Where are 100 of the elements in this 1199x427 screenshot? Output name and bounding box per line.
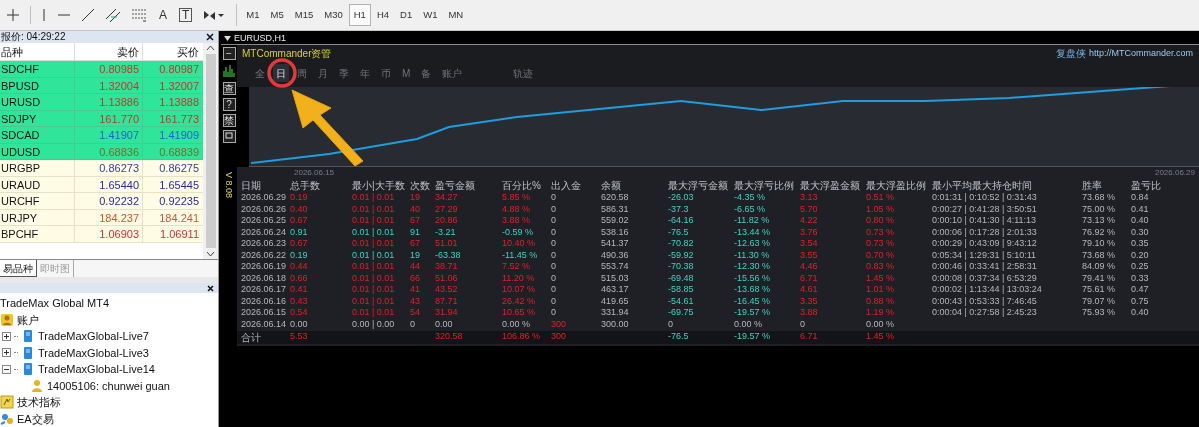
scroll-up-icon[interactable] [206, 45, 215, 51]
robot-icon [0, 411, 14, 426]
column-header: 出入金 [551, 180, 582, 192]
table-cell-text: 2026.06.24 [241, 226, 288, 238]
vertical-line-icon[interactable] [41, 8, 47, 22]
table-cell-text: -19.57 % [734, 331, 772, 343]
period-tab[interactable]: 全 [252, 64, 268, 82]
table-cell-text: 0.00 | 0.00 [352, 318, 396, 330]
scrollbar-thumb[interactable] [205, 54, 216, 248]
period-tab[interactable]: 备 [418, 64, 435, 82]
table-cell-text: 0.33 [1131, 272, 1150, 284]
table-cell-text: 2026.06.25 [241, 215, 288, 227]
table-cell-text: 87.71 [435, 295, 459, 307]
table-cell-text: 73.13 % [1082, 215, 1117, 227]
side-button[interactable]: − [222, 47, 236, 60]
panel-tab[interactable]: 易品种 [0, 260, 37, 277]
tree-item[interactable]: EA交易 [17, 410, 54, 427]
timeframe-button[interactable]: M30 [319, 4, 348, 26]
timeframe-button[interactable]: D1 [395, 4, 418, 26]
side-button[interactable]: 禁 [222, 114, 236, 127]
table-cell-text: 2026.06.14 [241, 318, 288, 330]
period-tab[interactable]: 币 [378, 64, 394, 82]
expand-icon[interactable] [2, 331, 11, 341]
table-cell-text: 515.03 [601, 272, 630, 284]
tree-item[interactable]: TradeMaxGlobal-Live3 [38, 344, 149, 361]
table-cell-text: 2026.06.29 [241, 192, 288, 204]
crosshair-icon[interactable] [6, 8, 20, 22]
text-tool-button[interactable]: A [157, 6, 169, 24]
timeframe-button[interactable]: H1 [348, 4, 371, 26]
timeframe-button[interactable]: W1 [418, 4, 443, 26]
scroll-down-icon[interactable] [206, 251, 215, 257]
table-cell-text: 66 [410, 272, 421, 284]
caret-icon[interactable] [224, 35, 231, 41]
column-header: 百分比% [502, 180, 542, 192]
table-cell-text: 0 [551, 261, 557, 273]
table-cell-text: 84.09 % [1082, 261, 1117, 273]
side-button[interactable]: ? [222, 98, 236, 111]
quote-row[interactable]: SDCAD 1.41907 1.41909 [0, 127, 203, 144]
bars-icon[interactable] [222, 63, 236, 79]
tree-item[interactable]: 技术指标 [17, 394, 61, 411]
table-cell-text: 44 [410, 261, 421, 273]
period-tab[interactable]: 月 [315, 64, 331, 82]
timeframe-button[interactable]: MN [443, 4, 469, 26]
table-cell-text: 43 [410, 295, 421, 307]
table-cell-text: 10.65 % [502, 307, 537, 319]
tree-item[interactable]: TradeMaxGlobal-Live7 [38, 328, 149, 345]
period-tab[interactable]: M [399, 64, 414, 82]
table-cell-text: 0.01 | 0.01 [352, 226, 396, 238]
table-cell-text: 0.01 | 0.01 [352, 203, 396, 215]
expand-icon[interactable] [2, 348, 11, 358]
tree-item[interactable]: 账户 [17, 311, 39, 328]
timeframe-button[interactable]: M5 [265, 4, 289, 26]
period-tab[interactable]: 账户 [439, 64, 466, 82]
column-header: 余额 [601, 180, 622, 192]
timeframe-button[interactable]: H4 [371, 4, 395, 26]
table-cell-text: -58.85 [668, 284, 695, 296]
table-cell-text: 19 [410, 192, 421, 204]
tree-item[interactable]: TradeMaxGlobal-Live14 [38, 361, 155, 378]
period-tab[interactable]: 日 [273, 64, 289, 82]
period-tab[interactable]: 轨迹 [510, 64, 537, 82]
quote-row[interactable]: SDCHF 0.80985 0.80987 [0, 61, 203, 78]
tree-item[interactable]: 14005106: chunwei guan [47, 377, 170, 394]
table-cell-text: -6.65 % [734, 203, 767, 215]
close-icon[interactable] [207, 284, 214, 292]
collapse-icon[interactable] [2, 364, 11, 374]
table-cell-text: 91 [410, 226, 421, 238]
period-tab[interactable]: 季 [336, 64, 352, 82]
quote-row[interactable]: URGBP 0.86273 0.86275 [0, 160, 203, 177]
trendline-icon[interactable] [81, 8, 95, 22]
quote-row[interactable]: BPCHF 1.06903 1.06911 [0, 226, 203, 243]
table-cell-text: 75.61 % [1082, 284, 1117, 296]
timeframe-button[interactable]: M15 [289, 4, 319, 26]
table-cell-text: 0.20 [1131, 249, 1150, 261]
quote-row[interactable]: URCHF 0.92232 0.92235 [0, 193, 203, 210]
website-link[interactable]: http://MTCommander.com [1088, 46, 1193, 61]
side-button[interactable]: 查 [222, 82, 236, 95]
tree-item[interactable]: TradeMax Global MT4 [0, 295, 110, 312]
table-cell-text: 0.67 [290, 215, 309, 227]
text-tool-button[interactable]: T [179, 8, 193, 22]
table-cell-text: 0.43 [290, 295, 309, 307]
table-cell-text: 0.01 | 0.01 [352, 307, 396, 319]
table-cell-text: -69.48 [668, 272, 695, 284]
indicator-icon [0, 395, 14, 410]
arrows-dropdown-icon[interactable] [202, 8, 225, 22]
quote-row[interactable]: URUSD 1.13886 1.13888 [0, 94, 203, 111]
table-cell-text: 0 [551, 284, 557, 296]
table-cell-text: 1.19 % [866, 307, 896, 319]
table-cell-text: 0:00:27 | 0:41:28 | 3:50:51 [932, 203, 1038, 215]
table-cell-text: 106.86 % [502, 331, 542, 343]
period-tab[interactable]: 周 [294, 64, 310, 82]
table-cell-text: 5.70 [800, 203, 819, 215]
close-icon[interactable] [206, 33, 214, 41]
column-header: 次数 [410, 180, 431, 192]
window-icon[interactable] [222, 130, 236, 143]
period-tab[interactable]: 年 [357, 64, 373, 82]
channel-icon[interactable] [105, 7, 121, 23]
table-cell-text: 40 [410, 203, 421, 215]
table-cell-text: 0.44 [290, 261, 309, 273]
table-cell-text: 0:00:02 | 1:13:44 | 13:03:24 [932, 284, 1043, 296]
timeframe-button[interactable]: M1 [241, 4, 265, 26]
